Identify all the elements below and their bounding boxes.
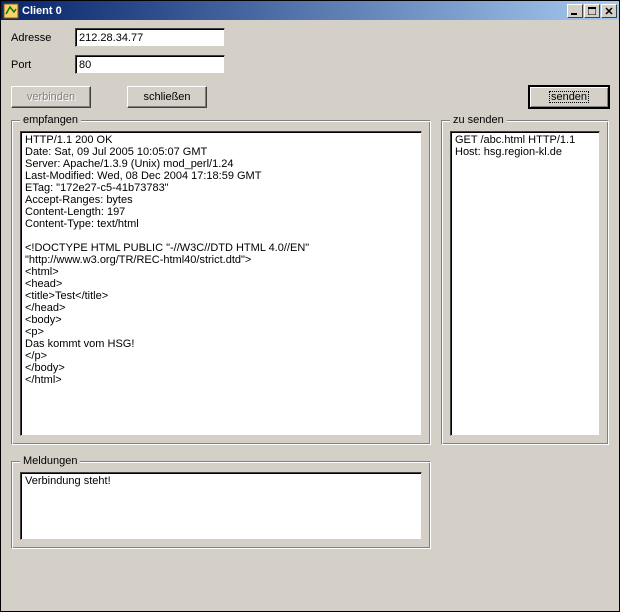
adresse-input[interactable] — [75, 28, 225, 47]
window-controls — [566, 4, 617, 18]
columns: empfangen HTTP/1.1 200 OK Date: Sat, 09 … — [11, 120, 609, 445]
app-window: Client 0 Adresse Port verbinden schließe… — [0, 0, 620, 612]
window-title: Client 0 — [22, 5, 566, 17]
empfangen-legend: empfangen — [20, 114, 81, 126]
schliessen-button[interactable]: schließen — [127, 86, 207, 108]
senden-fieldset: zu senden GET /abc.html HTTP/1.1 Host: h… — [441, 120, 609, 445]
adresse-row: Adresse — [11, 28, 609, 47]
app-icon — [3, 3, 19, 19]
senden-textbox[interactable]: GET /abc.html HTTP/1.1 Host: hsg.region-… — [450, 131, 600, 436]
maximize-button[interactable] — [584, 4, 600, 18]
port-input[interactable] — [75, 55, 225, 74]
meldungen-textbox[interactable]: Verbindung steht! — [20, 472, 422, 540]
button-row: verbinden schließen senden — [11, 86, 609, 108]
client-area: Adresse Port verbinden schließen senden … — [1, 20, 619, 611]
close-button[interactable] — [601, 4, 617, 18]
verbinden-button[interactable]: verbinden — [11, 86, 91, 108]
meldungen-legend: Meldungen — [20, 455, 80, 467]
titlebar: Client 0 — [1, 1, 619, 20]
port-label: Port — [11, 59, 67, 71]
adresse-label: Adresse — [11, 32, 67, 44]
senden-legend: zu senden — [450, 114, 507, 126]
meldungen-fieldset: Meldungen Verbindung steht! — [11, 461, 431, 549]
empfangen-textbox[interactable]: HTTP/1.1 200 OK Date: Sat, 09 Jul 2005 1… — [20, 131, 422, 436]
minimize-button[interactable] — [567, 4, 583, 18]
port-row: Port — [11, 55, 609, 74]
empfangen-fieldset: empfangen HTTP/1.1 200 OK Date: Sat, 09 … — [11, 120, 431, 445]
senden-button[interactable]: senden — [529, 86, 609, 108]
